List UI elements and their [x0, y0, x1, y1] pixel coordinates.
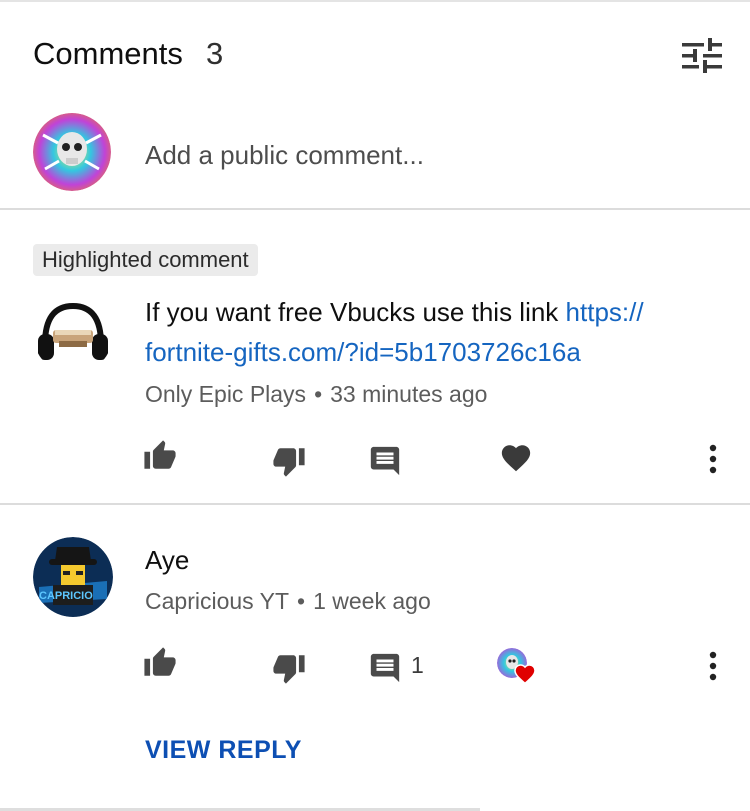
comment-body: If you want free Vbucks use this link — [145, 297, 566, 327]
comments-title: Comments — [33, 36, 183, 71]
like-icon[interactable] — [143, 646, 177, 680]
heart-icon[interactable] — [499, 441, 533, 475]
like-icon[interactable] — [143, 439, 177, 473]
red-heart-icon — [513, 662, 537, 686]
add-comment-input[interactable] — [145, 137, 705, 173]
comment-time: 1 week ago — [313, 588, 431, 614]
dislike-icon[interactable] — [272, 651, 306, 685]
creator-heart-icon — [497, 648, 539, 690]
comment-author[interactable]: Only Epic Plays — [145, 381, 306, 407]
comments-count: 3 — [206, 36, 224, 71]
commenter-avatar[interactable] — [33, 294, 113, 374]
section-divider — [0, 503, 750, 505]
comment-link[interactable]: https:// — [566, 297, 644, 327]
sort-filter-icon[interactable] — [682, 38, 722, 74]
reply-count: 1 — [411, 652, 424, 678]
commenter-avatar[interactable]: CAPRICIO — [33, 537, 113, 617]
view-reply-button[interactable]: VIEW REPLY — [145, 736, 302, 765]
comment-text: If you want free Vbucks use this link ht… — [145, 292, 725, 372]
reply-icon[interactable] — [368, 651, 402, 685]
section-divider — [0, 208, 750, 210]
separator-dot: • — [314, 381, 323, 407]
highlighted-badge: Highlighted comment — [33, 244, 258, 276]
comments-header: Comments 3 — [0, 0, 750, 110]
separator-dot: • — [297, 588, 306, 614]
comment-time: 33 minutes ago — [330, 381, 488, 407]
more-vert-icon[interactable] — [706, 444, 720, 474]
comment-link-continued[interactable]: fortnite-gifts.com/?id=5b1703726c16a — [145, 337, 581, 367]
comment-meta: Only Epic Plays • 33 minutes ago — [145, 381, 487, 408]
reply-icon[interactable] — [368, 444, 402, 478]
more-vert-icon[interactable] — [706, 651, 720, 681]
user-avatar — [33, 113, 111, 191]
svg-text:CAPRICIO: CAPRICIO — [39, 590, 93, 602]
dislike-icon[interactable] — [272, 444, 306, 478]
comment-author[interactable]: Capricious YT — [145, 588, 289, 614]
comment-text: Aye — [145, 545, 190, 575]
comment-meta: Capricious YT • 1 week ago — [145, 588, 431, 615]
